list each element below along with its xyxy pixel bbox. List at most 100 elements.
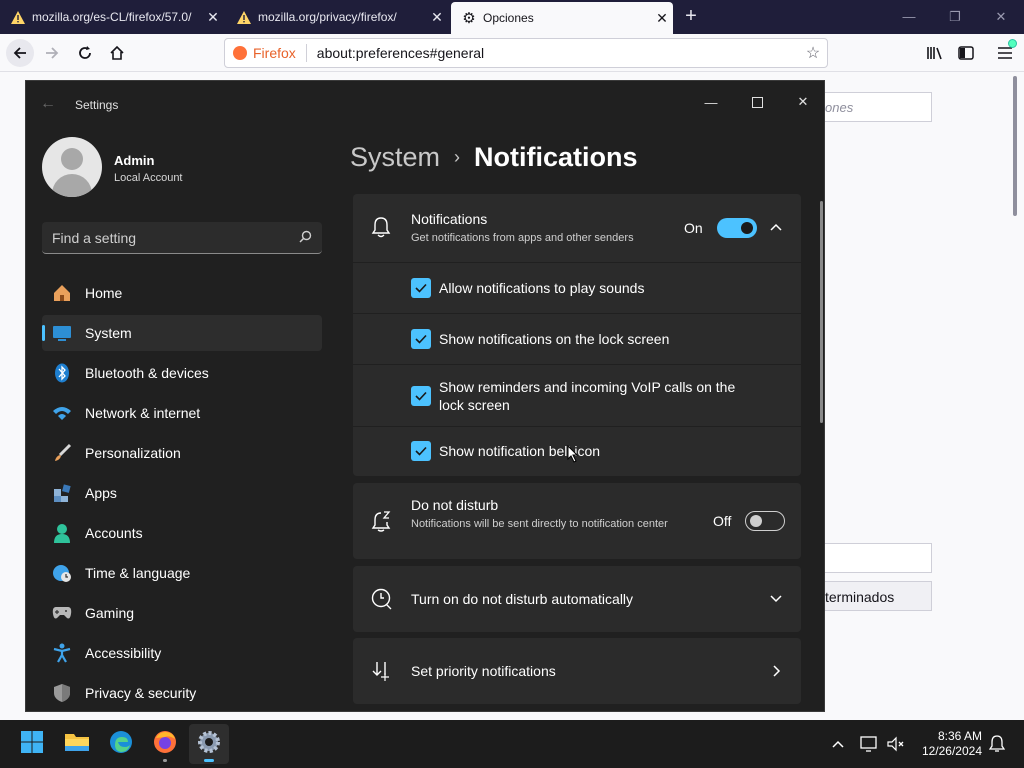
option-row-voip[interactable]: Show reminders and incoming VoIP calls o… [353, 364, 801, 426]
nav-item-personalization[interactable]: Personalization [42, 435, 322, 471]
priority-notifications-row[interactable]: Set priority notifications [353, 638, 801, 704]
firefox-icon [153, 730, 177, 759]
bookmark-star-icon[interactable]: ☆ [799, 43, 827, 63]
auto-dnd-title: Turn on do not disturb automatically [411, 591, 634, 607]
clock-icon [371, 588, 393, 615]
file-explorer-button[interactable] [57, 724, 97, 764]
system-clock[interactable]: 8:36 AM 12/26/2024 [912, 729, 982, 759]
preferences-button[interactable]: terminados [820, 581, 932, 611]
notifications-toggle[interactable] [717, 218, 757, 238]
option-row-lock-screen[interactable]: Show notifications on the lock screen [353, 313, 801, 364]
tab-opciones[interactable]: ⚙ Opciones ✕ [451, 2, 673, 34]
minimize-button[interactable]: — [886, 0, 932, 34]
chevron-down-icon[interactable] [769, 592, 783, 611]
settings-nav: Home System Bluetooth & devices Network … [42, 275, 322, 711]
nav-item-accounts[interactable]: Accounts [42, 515, 322, 551]
url-brand-label: Firefox [253, 45, 296, 61]
home-icon [51, 282, 73, 304]
globe-clock-icon [51, 562, 73, 584]
nav-item-accessibility[interactable]: Accessibility [42, 635, 322, 671]
find-setting-input[interactable]: Find a setting [42, 222, 322, 254]
tab-mozilla-57[interactable]: mozilla.org/es-CL/firefox/57.0/ ✕ [0, 0, 224, 34]
library-icon[interactable] [921, 39, 949, 67]
home-button[interactable] [103, 39, 131, 67]
close-tab-icon[interactable]: ✕ [202, 9, 224, 26]
sidebar-toggle-icon[interactable] [952, 39, 980, 67]
search-placeholder: Find a setting [52, 229, 137, 246]
account-type: Local Account [114, 172, 183, 184]
tab-label: mozilla.org/privacy/firefox/ [258, 10, 397, 24]
tab-label: mozilla.org/es-CL/firefox/57.0/ [32, 10, 192, 24]
dnd-state-label: Off [713, 513, 732, 529]
apps-icon [51, 482, 73, 504]
close-button[interactable]: ✕ [780, 87, 824, 117]
back-arrow-icon[interactable]: ← [40, 95, 60, 115]
tab-mozilla-privacy[interactable]: mozilla.org/privacy/firefox/ ✕ [226, 0, 448, 34]
chevron-right-icon[interactable] [769, 664, 783, 683]
warning-icon [10, 9, 26, 25]
preferences-search-input[interactable]: ones [820, 92, 932, 122]
gamepad-icon [51, 602, 73, 624]
nav-item-apps[interactable]: Apps [42, 475, 322, 511]
nav-label: Privacy & security [85, 685, 197, 701]
reload-button[interactable] [71, 39, 99, 67]
option-row-bell-icon[interactable]: Show notification bell icon [353, 426, 801, 476]
page-scrollbar[interactable] [1013, 76, 1017, 216]
settings-icon [197, 730, 221, 759]
nav-item-bluetooth[interactable]: Bluetooth & devices [42, 355, 322, 391]
option-row-sounds[interactable]: Allow notifications to play sounds [353, 262, 801, 313]
chevron-up-icon[interactable] [769, 220, 783, 239]
nav-label: Accounts [85, 525, 143, 541]
settings-taskbar-button[interactable] [189, 724, 229, 764]
nav-label: Network & internet [85, 405, 201, 421]
auto-dnd-row[interactable]: Turn on do not disturb automatically [353, 566, 801, 632]
lock-screen-checkbox[interactable] [411, 329, 431, 349]
volume-muted-icon[interactable] [884, 732, 908, 756]
page-title: Notifications [474, 141, 638, 172]
bell-icon-checkbox[interactable] [411, 441, 431, 461]
maximize-button[interactable] [734, 87, 780, 117]
nav-item-privacy-security[interactable]: Privacy & security [42, 675, 322, 711]
url-text[interactable]: about:preferences#general [317, 45, 799, 61]
window-title: Settings [75, 98, 119, 112]
brush-icon [51, 442, 73, 464]
dnd-toggle[interactable] [745, 511, 785, 531]
new-tab-button[interactable]: + [679, 3, 703, 29]
nav-label: Accessibility [85, 645, 162, 661]
edge-button[interactable] [101, 724, 141, 764]
url-bar[interactable]: Firefox about:preferences#general ☆ [224, 38, 828, 68]
nav-item-system[interactable]: System [42, 315, 322, 351]
nav-item-home[interactable]: Home [42, 275, 322, 311]
sounds-checkbox[interactable] [411, 278, 431, 298]
minimize-button[interactable]: — [688, 87, 734, 117]
nav-label: Gaming [85, 605, 135, 621]
start-button[interactable] [12, 724, 52, 764]
nav-item-gaming[interactable]: Gaming [42, 595, 322, 631]
menu-icon[interactable] [991, 39, 1019, 67]
shield-icon [51, 682, 73, 704]
nav-item-network[interactable]: Network & internet [42, 395, 322, 431]
voip-label: Show reminders and incoming VoIP calls o… [439, 379, 736, 413]
voip-checkbox[interactable] [411, 386, 431, 406]
back-button[interactable] [6, 39, 34, 67]
nav-item-time-language[interactable]: Time & language [42, 555, 322, 591]
chevron-up-icon[interactable] [826, 732, 850, 756]
nav-label: Personalization [85, 445, 181, 461]
restore-button[interactable]: ❐ [932, 0, 978, 34]
display-icon[interactable] [857, 732, 881, 756]
firefox-button[interactable] [145, 724, 185, 764]
do-not-disturb-row[interactable]: Do not disturb Notifications will be sen… [353, 483, 801, 559]
nav-label: System [85, 325, 132, 341]
notification-bell-icon[interactable] [985, 732, 1009, 756]
close-tab-icon[interactable]: ✕ [426, 9, 448, 26]
close-window-button[interactable]: ✕ [978, 0, 1024, 34]
breadcrumb-parent[interactable]: System [350, 142, 440, 173]
search-icon [299, 230, 312, 246]
close-tab-icon[interactable]: ✕ [651, 10, 673, 27]
forward-button[interactable] [38, 39, 66, 67]
user-profile[interactable]: Admin Local Account [42, 137, 332, 199]
settings-scrollbar[interactable] [820, 201, 823, 423]
notifications-row[interactable]: Notifications Get notifications from app… [353, 194, 801, 262]
firefox-identity[interactable]: Firefox [233, 45, 296, 61]
preferences-field[interactable] [820, 543, 932, 573]
